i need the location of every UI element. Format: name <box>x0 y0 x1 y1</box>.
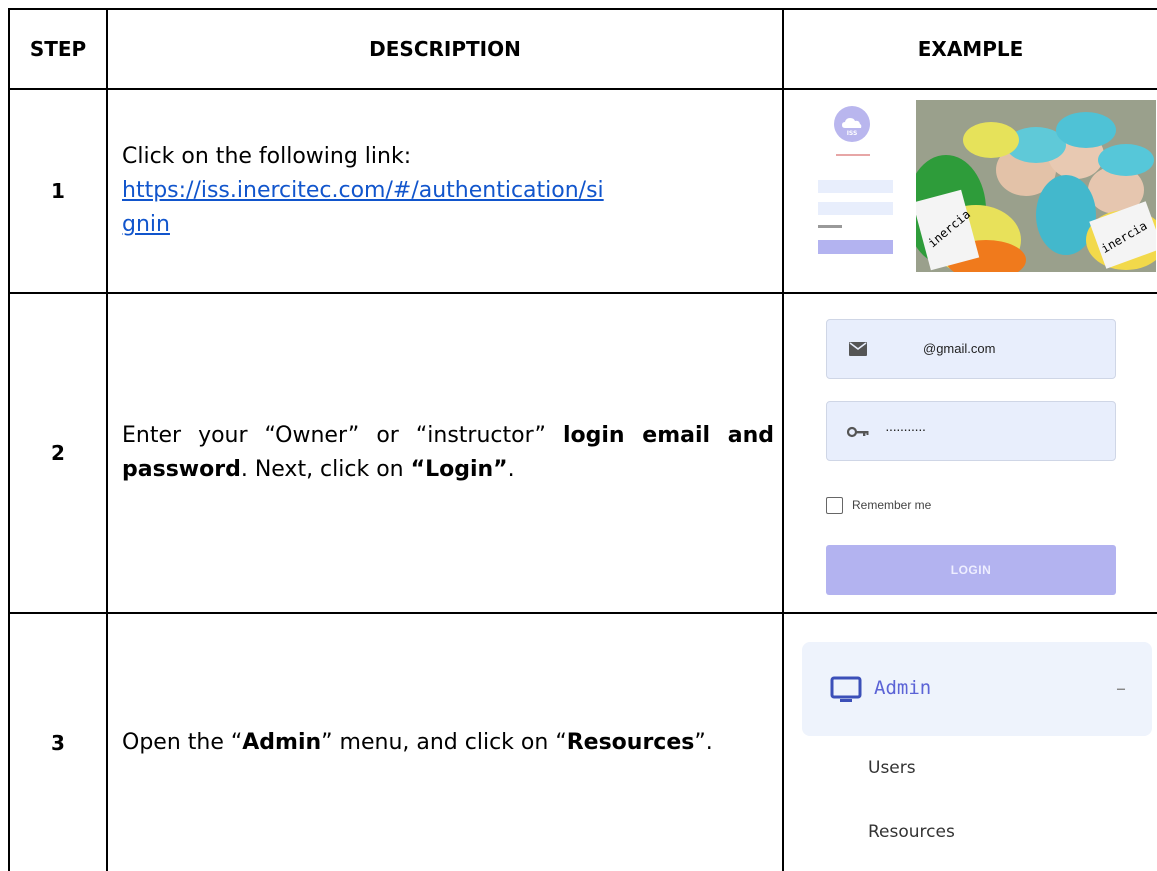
example-signin-screenshot: ISS <box>806 100 896 260</box>
step-number: 2 <box>51 441 65 465</box>
desc-text: ” menu, and click on “ <box>321 729 567 755</box>
menu-item-label: Resources <box>868 822 955 842</box>
remember-label: Remember me <box>852 498 932 512</box>
step-description: Open the “Admin” menu, and click on “Res… <box>108 614 782 871</box>
step-description: Enter your “Owner” or “instructor” login… <box>108 294 782 612</box>
example-admin-menu: Admin – Users Resources <box>802 642 1152 871</box>
collapse-icon[interactable]: – <box>1116 676 1126 700</box>
login-button-label: LOGIN <box>950 563 992 577</box>
tiny-email-field <box>818 180 893 193</box>
menu-item-label: Users <box>868 758 916 778</box>
example-photo: inercia inercia <box>916 100 1156 272</box>
desc-text: Open the “ <box>122 729 243 755</box>
desc-bold-login-button: “Login” <box>410 457 508 482</box>
step-number: 1 <box>51 179 65 203</box>
step-description: Click on the following link: https://iss… <box>108 90 782 292</box>
login-button[interactable]: LOGIN <box>826 545 1116 595</box>
tiny-tagline <box>836 154 870 156</box>
step-number: 3 <box>51 730 65 755</box>
email-field[interactable]: @gmail.com <box>826 319 1116 379</box>
signin-link[interactable]: https://iss.inercitec.com/#/authenticati… <box>122 178 604 237</box>
desc-bold-resources: Resources <box>566 729 695 755</box>
desc-text: ”. <box>694 729 713 755</box>
step-text: Click on the following link: <box>122 144 412 169</box>
tiny-remember <box>818 225 842 228</box>
desc-text: . <box>507 457 515 482</box>
email-value: @gmail.com <box>923 341 996 356</box>
iss-logo-text: ISS <box>846 130 858 137</box>
desc-text: . Next, click on <box>240 457 411 482</box>
admin-menu-header[interactable]: Admin – <box>802 642 1152 736</box>
tiny-password-field <box>818 202 893 215</box>
password-value: ··········· <box>885 421 926 437</box>
remember-checkbox[interactable] <box>826 497 843 514</box>
menu-item-users[interactable]: Users <box>868 758 916 778</box>
desc-text: Enter your “Owner” or “instructor” <box>122 423 563 448</box>
header-example: EXAMPLE <box>917 37 1024 61</box>
header-description: DESCRIPTION <box>369 37 521 61</box>
password-field[interactable]: ··········· <box>826 401 1116 461</box>
admin-menu-label: Admin <box>874 677 932 699</box>
header-step: STEP <box>29 37 87 61</box>
link-line-1: https://iss.inercitec.com/#/authenticati… <box>122 178 604 203</box>
tiny-login-button <box>818 240 893 254</box>
example-login-form: @gmail.com ··········· Remember me LOGIN <box>826 319 1118 597</box>
monitor-icon <box>830 676 862 702</box>
link-line-2: gnin <box>122 212 170 237</box>
menu-item-resources[interactable]: Resources <box>868 822 955 842</box>
mail-icon <box>849 342 867 356</box>
table-col-divider-2 <box>782 8 784 871</box>
key-icon <box>847 426 869 438</box>
desc-bold-admin: Admin <box>242 729 322 755</box>
